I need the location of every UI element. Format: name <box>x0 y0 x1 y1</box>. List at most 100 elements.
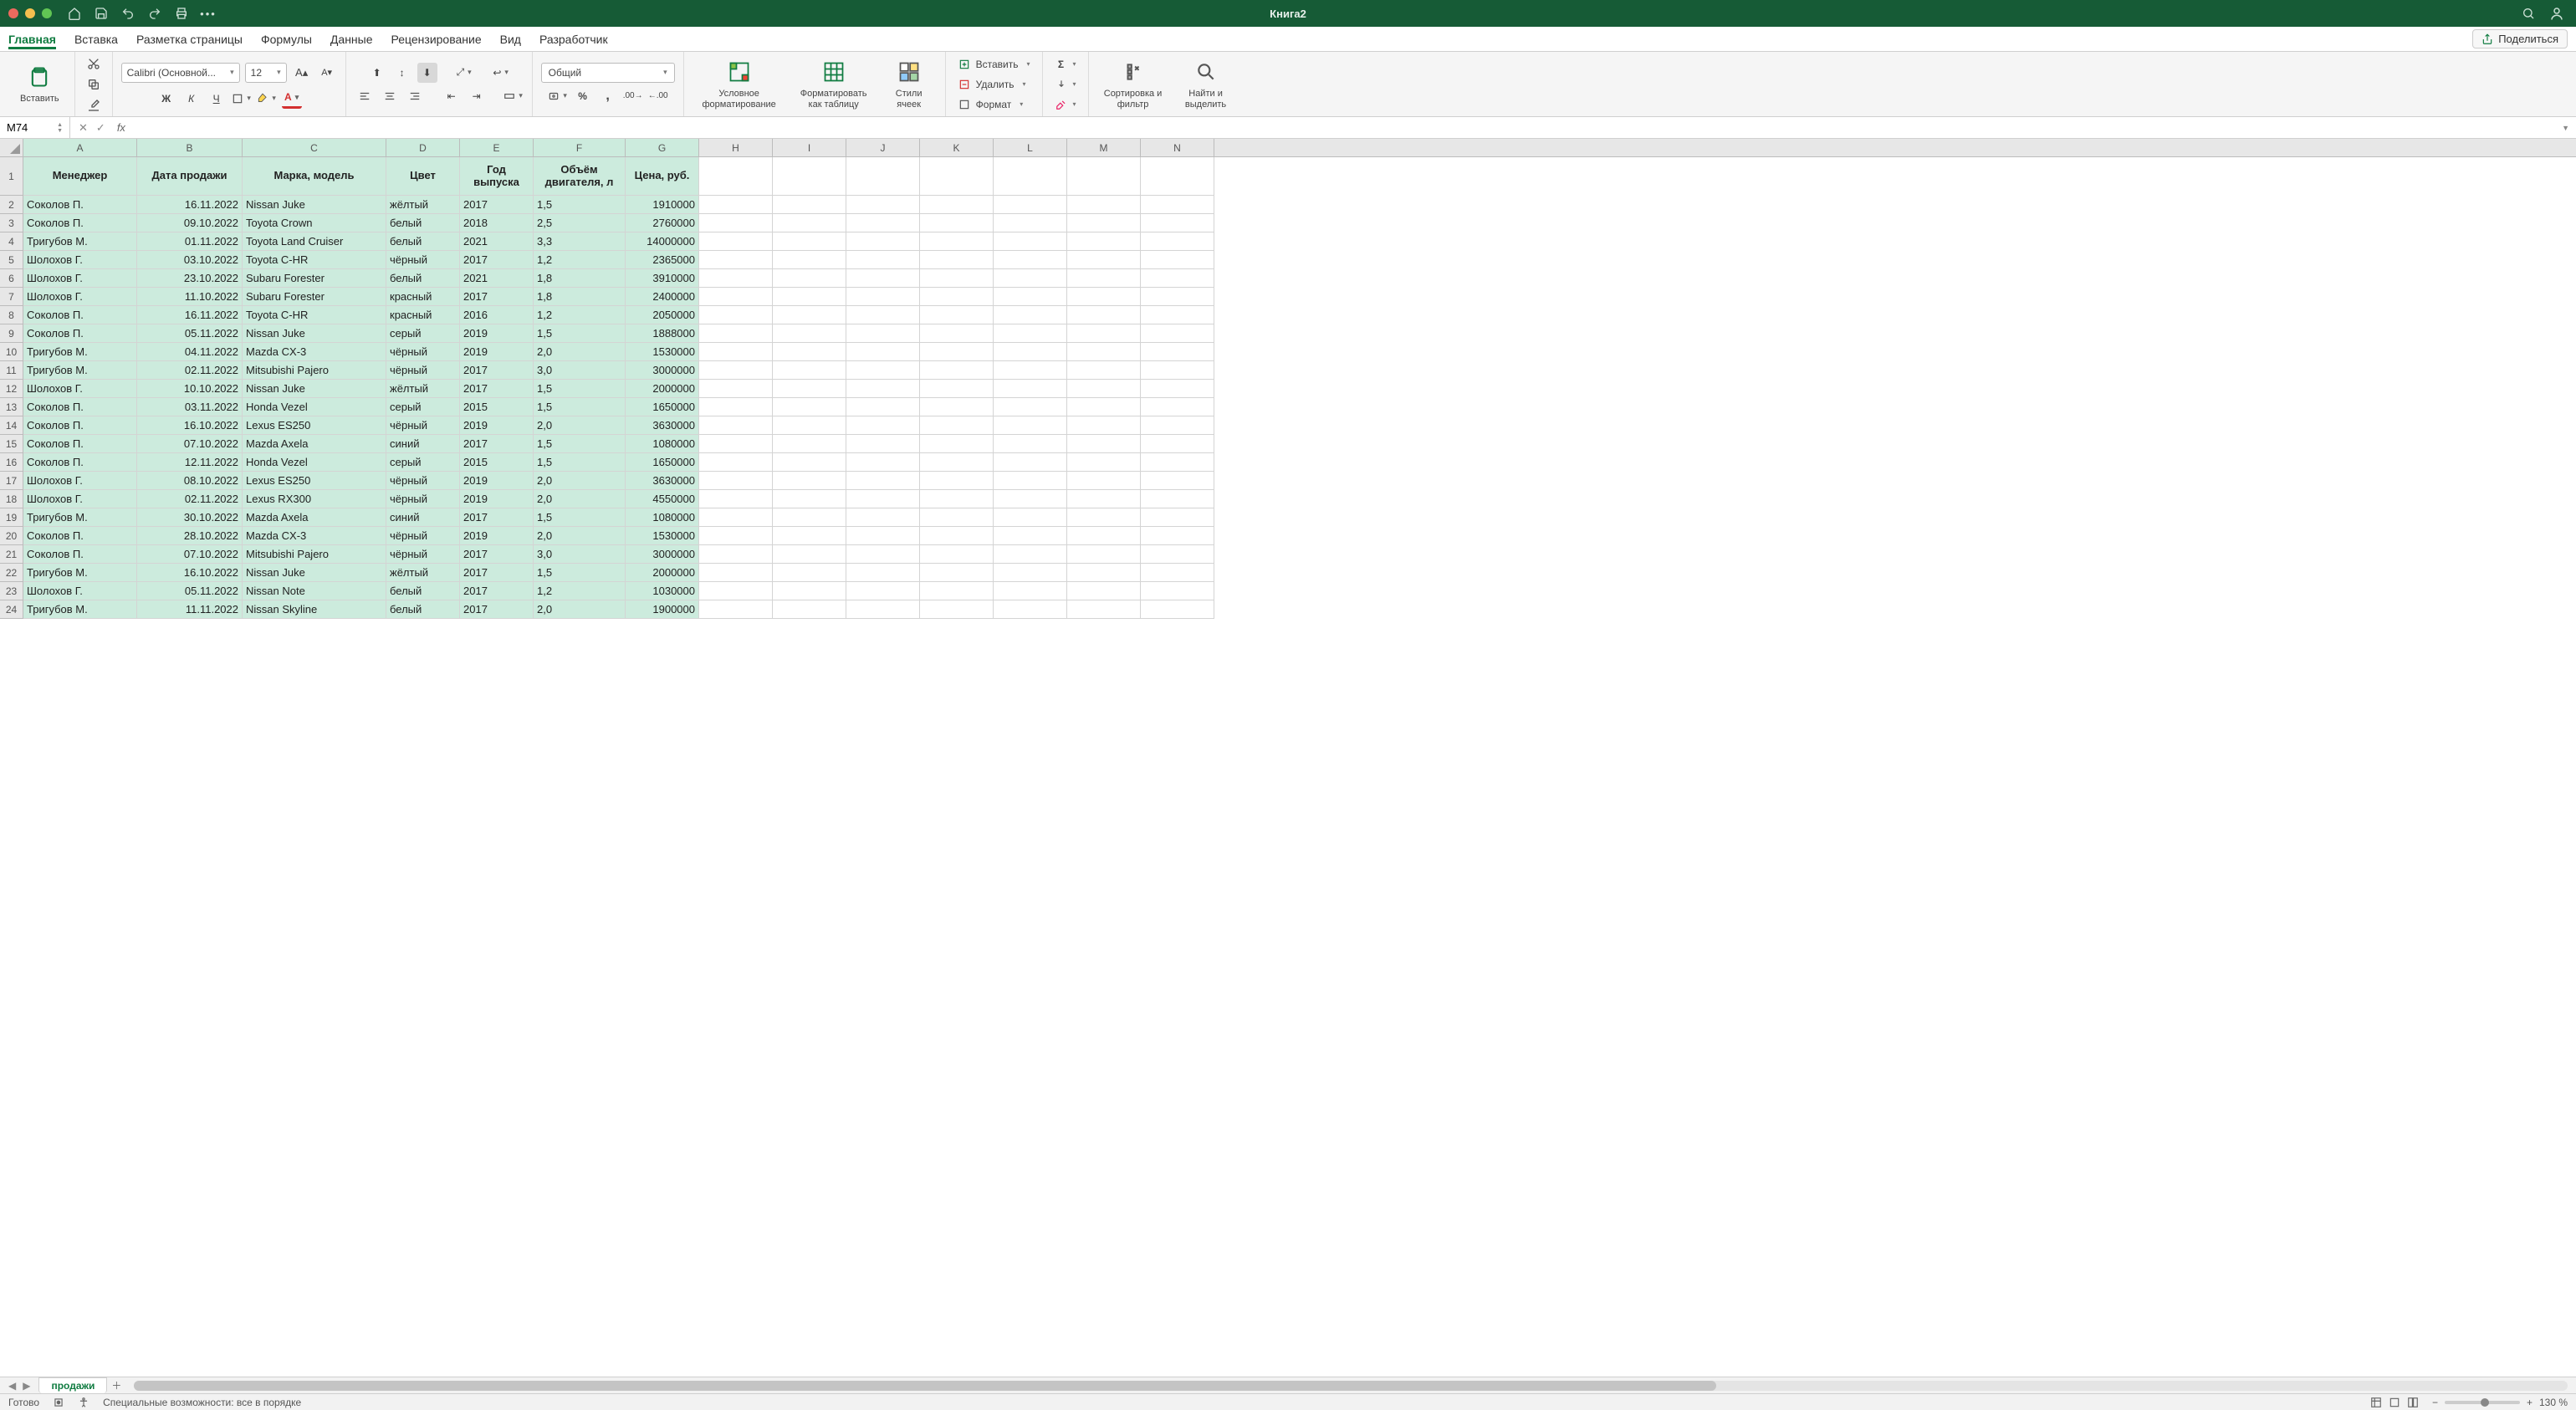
data-cell[interactable] <box>773 527 846 545</box>
data-cell[interactable]: жёлтый <box>386 196 460 214</box>
data-cell[interactable] <box>1141 232 1214 251</box>
data-cell[interactable] <box>920 380 994 398</box>
data-cell[interactable]: Соколов П. <box>23 435 137 453</box>
data-cell[interactable]: Шолохов Г. <box>23 269 137 288</box>
data-cell[interactable]: белый <box>386 214 460 232</box>
data-cell[interactable]: 2,0 <box>534 527 626 545</box>
data-cell[interactable]: 2000000 <box>626 380 699 398</box>
find-select-button[interactable]: Найти и выделить <box>1174 55 1238 112</box>
data-cell[interactable] <box>699 416 773 435</box>
row-header[interactable]: 4 <box>0 232 23 251</box>
data-cell[interactable]: 2017 <box>460 564 534 582</box>
data-cell[interactable]: 11.10.2022 <box>137 288 243 306</box>
data-cell[interactable] <box>699 343 773 361</box>
data-cell[interactable] <box>699 380 773 398</box>
data-cell[interactable]: 2050000 <box>626 306 699 324</box>
data-cell[interactable]: 2,5 <box>534 214 626 232</box>
data-cell[interactable] <box>773 472 846 490</box>
data-cell[interactable] <box>773 380 846 398</box>
data-cell[interactable] <box>994 269 1067 288</box>
data-cell[interactable] <box>1141 416 1214 435</box>
data-cell[interactable] <box>920 251 994 269</box>
data-cell[interactable] <box>1067 490 1141 508</box>
data-cell[interactable] <box>1067 398 1141 416</box>
data-cell[interactable] <box>773 490 846 508</box>
data-cell[interactable]: 1,2 <box>534 306 626 324</box>
data-cell[interactable] <box>1067 324 1141 343</box>
data-cell[interactable]: Шолохов Г. <box>23 251 137 269</box>
decrease-decimal-icon[interactable]: ←.00 <box>648 86 668 106</box>
data-cell[interactable] <box>699 324 773 343</box>
spreadsheet-grid[interactable]: ABCDEFGHIJKLMN 1МенеджерДата продажиМарк… <box>0 139 2576 1377</box>
zoom-out-icon[interactable]: − <box>2432 1397 2438 1408</box>
increase-decimal-icon[interactable]: .00→ <box>623 86 643 106</box>
data-cell[interactable]: 2760000 <box>626 214 699 232</box>
data-cell[interactable]: Соколов П. <box>23 398 137 416</box>
data-cell[interactable] <box>846 435 920 453</box>
data-cell[interactable]: 2,0 <box>534 490 626 508</box>
data-cell[interactable]: Mazda CX-3 <box>243 527 386 545</box>
fill-color-icon[interactable] <box>257 89 277 109</box>
data-cell[interactable] <box>1141 527 1214 545</box>
sort-filter-button[interactable]: Сортировка и фильтр <box>1097 55 1169 112</box>
data-cell[interactable] <box>773 196 846 214</box>
data-cell[interactable] <box>773 214 846 232</box>
header-cell[interactable] <box>1141 157 1214 196</box>
account-icon[interactable] <box>2549 6 2564 21</box>
data-cell[interactable] <box>920 232 994 251</box>
data-cell[interactable] <box>1141 508 1214 527</box>
data-cell[interactable]: 1,2 <box>534 582 626 600</box>
column-header[interactable]: M <box>1067 139 1141 156</box>
add-sheet-button[interactable]: ＋ <box>107 1378 125 1392</box>
data-cell[interactable] <box>1067 306 1141 324</box>
data-cell[interactable] <box>846 306 920 324</box>
align-middle-icon[interactable]: ↕ <box>392 63 412 83</box>
data-cell[interactable]: 11.11.2022 <box>137 600 243 619</box>
row-header[interactable]: 17 <box>0 472 23 490</box>
data-cell[interactable]: Toyota Land Cruiser <box>243 232 386 251</box>
ribbon-tab[interactable]: Формулы <box>261 29 312 49</box>
insert-cells-button[interactable]: Вставить▾ <box>954 56 1034 73</box>
data-cell[interactable]: 2,0 <box>534 600 626 619</box>
data-cell[interactable]: чёрный <box>386 251 460 269</box>
header-cell[interactable] <box>773 157 846 196</box>
data-cell[interactable]: 01.11.2022 <box>137 232 243 251</box>
row-header[interactable]: 1 <box>0 157 23 196</box>
row-header[interactable]: 24 <box>0 600 23 619</box>
row-header[interactable]: 19 <box>0 508 23 527</box>
maximize-window[interactable] <box>42 8 52 18</box>
data-cell[interactable]: Honda Vezel <box>243 398 386 416</box>
data-cell[interactable]: 1,5 <box>534 564 626 582</box>
data-cell[interactable] <box>1067 416 1141 435</box>
data-cell[interactable] <box>1067 251 1141 269</box>
data-cell[interactable]: синий <box>386 508 460 527</box>
data-cell[interactable]: 2019 <box>460 324 534 343</box>
data-cell[interactable]: 1030000 <box>626 582 699 600</box>
save-icon[interactable] <box>94 6 109 21</box>
data-cell[interactable] <box>1067 508 1141 527</box>
data-cell[interactable] <box>994 508 1067 527</box>
data-cell[interactable]: 3,0 <box>534 361 626 380</box>
row-header[interactable]: 9 <box>0 324 23 343</box>
data-cell[interactable] <box>773 453 846 472</box>
column-header[interactable]: K <box>920 139 994 156</box>
format-painter-icon[interactable] <box>84 97 104 113</box>
data-cell[interactable]: 1,8 <box>534 288 626 306</box>
data-cell[interactable]: 2015 <box>460 453 534 472</box>
column-header[interactable]: J <box>846 139 920 156</box>
data-cell[interactable]: Шолохов Г. <box>23 288 137 306</box>
data-cell[interactable]: чёрный <box>386 472 460 490</box>
data-cell[interactable]: 05.11.2022 <box>137 582 243 600</box>
data-cell[interactable]: 1530000 <box>626 527 699 545</box>
align-center-icon[interactable] <box>380 86 400 106</box>
data-cell[interactable] <box>699 196 773 214</box>
data-cell[interactable]: 2017 <box>460 380 534 398</box>
data-cell[interactable]: Шолохов Г. <box>23 472 137 490</box>
header-cell[interactable]: Цена, руб. <box>626 157 699 196</box>
data-cell[interactable] <box>920 343 994 361</box>
data-cell[interactable] <box>920 435 994 453</box>
ribbon-tab[interactable]: Главная <box>8 29 56 49</box>
data-cell[interactable]: Toyota C-HR <box>243 306 386 324</box>
data-cell[interactable]: серый <box>386 398 460 416</box>
header-cell[interactable] <box>920 157 994 196</box>
